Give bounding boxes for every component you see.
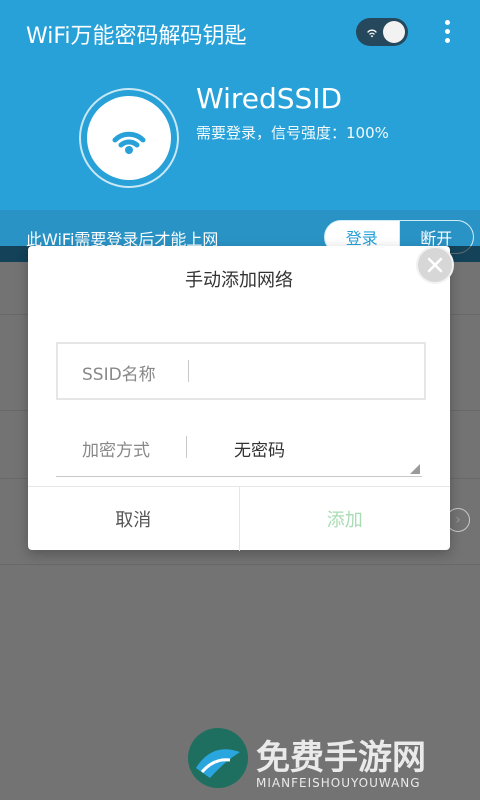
cancel-button[interactable]: 取消 — [28, 487, 239, 551]
ssid-field: SSID名称 — [56, 342, 426, 400]
close-icon[interactable] — [416, 246, 454, 284]
dialog-actions: 取消 添加 — [28, 486, 450, 551]
dialog-title: 手动添加网络 — [185, 270, 293, 291]
more-vert-icon[interactable] — [437, 18, 457, 46]
add-button[interactable]: 添加 — [238, 487, 451, 551]
ssid-input[interactable] — [198, 354, 412, 386]
app-title: WiFi万能密码解码钥匙 — [26, 24, 247, 49]
add-network-dialog: 手动添加网络 SSID名称 加密方式 无密码 取消 添加 — [28, 246, 454, 551]
app-bar: WiFi万能密码解码钥匙 — [0, 0, 480, 65]
ssid-divider — [188, 360, 189, 382]
wifi-toggle[interactable] — [356, 18, 408, 46]
app-root: WiFi万能密码解码钥匙 WiredSSID 需要登录，信号强度：100% 此W… — [0, 0, 480, 800]
watermark-subtitle: MIANFEISHOUYOUWANG — [256, 776, 421, 790]
network-header: WiredSSID 需要登录，信号强度：100% — [0, 64, 480, 210]
dropdown-corner-icon — [410, 464, 420, 474]
ssid-label: SSID名称 — [82, 365, 156, 385]
toggle-knob — [383, 21, 405, 43]
watermark: 免费手游网 MIANFEISHOUYOUWANG — [186, 726, 466, 796]
encryption-label: 加密方式 — [82, 441, 150, 461]
wifi-signal-badge — [79, 88, 179, 188]
encryption-divider — [186, 436, 187, 458]
wifi-signal-icon — [87, 96, 171, 180]
encryption-field[interactable]: 加密方式 无密码 — [56, 422, 422, 477]
encryption-value: 无密码 — [234, 441, 285, 461]
wifi-icon — [367, 29, 377, 38]
watermark-title: 免费手游网 — [256, 738, 426, 778]
network-status: 需要登录，信号强度：100% — [196, 124, 389, 142]
watermark-logo-icon — [188, 728, 248, 788]
network-ssid: WiredSSID — [196, 82, 343, 115]
